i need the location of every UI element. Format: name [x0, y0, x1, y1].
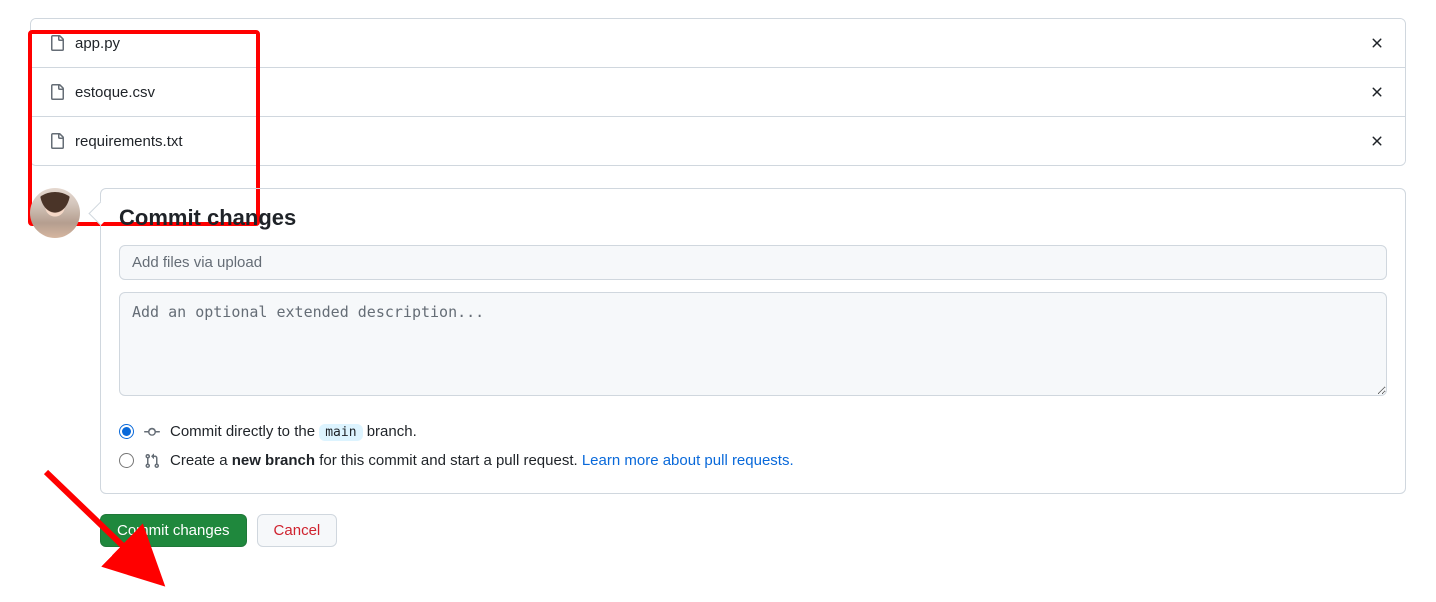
commit-description-input[interactable]: [119, 292, 1387, 396]
radio-new-branch-input[interactable]: [119, 453, 134, 468]
close-icon: [1369, 84, 1385, 100]
close-icon: [1369, 133, 1385, 149]
file-icon: [49, 133, 65, 149]
file-row: requirements.txt: [31, 116, 1405, 165]
file-icon: [49, 35, 65, 51]
learn-more-link[interactable]: Learn more about pull requests.: [582, 452, 794, 469]
radio-new-branch[interactable]: Create a new branch for this commit and …: [119, 446, 1387, 475]
uploaded-files-list: app.py estoque.csv requirements.txt: [30, 18, 1406, 166]
file-name: estoque.csv: [75, 84, 1367, 101]
radio-commit-direct-input[interactable]: [119, 424, 134, 439]
avatar: [30, 188, 80, 238]
remove-file-button[interactable]: [1367, 82, 1387, 102]
radio-new-branch-label: Create a new branch for this commit and …: [170, 452, 794, 469]
radio-commit-direct-label: Commit directly to the main branch.: [170, 423, 417, 440]
git-pull-request-icon: [144, 453, 160, 469]
branch-name-badge: main: [319, 424, 362, 441]
file-row: app.py: [31, 19, 1405, 67]
cancel-button[interactable]: Cancel: [257, 514, 338, 547]
file-name: requirements.txt: [75, 133, 1367, 150]
commit-target-options: Commit directly to the main branch. Crea…: [119, 417, 1387, 475]
remove-file-button[interactable]: [1367, 33, 1387, 53]
commit-changes-button[interactable]: Commit changes: [100, 514, 247, 547]
commit-summary-input[interactable]: [119, 245, 1387, 280]
commit-heading: Commit changes: [119, 205, 1387, 231]
close-icon: [1369, 35, 1385, 51]
file-name: app.py: [75, 35, 1367, 52]
commit-form: Commit changes Commit directly to the ma…: [100, 188, 1406, 494]
file-icon: [49, 84, 65, 100]
file-row: estoque.csv: [31, 67, 1405, 116]
remove-file-button[interactable]: [1367, 131, 1387, 151]
radio-commit-direct[interactable]: Commit directly to the main branch.: [119, 417, 1387, 446]
git-commit-icon: [144, 424, 160, 440]
